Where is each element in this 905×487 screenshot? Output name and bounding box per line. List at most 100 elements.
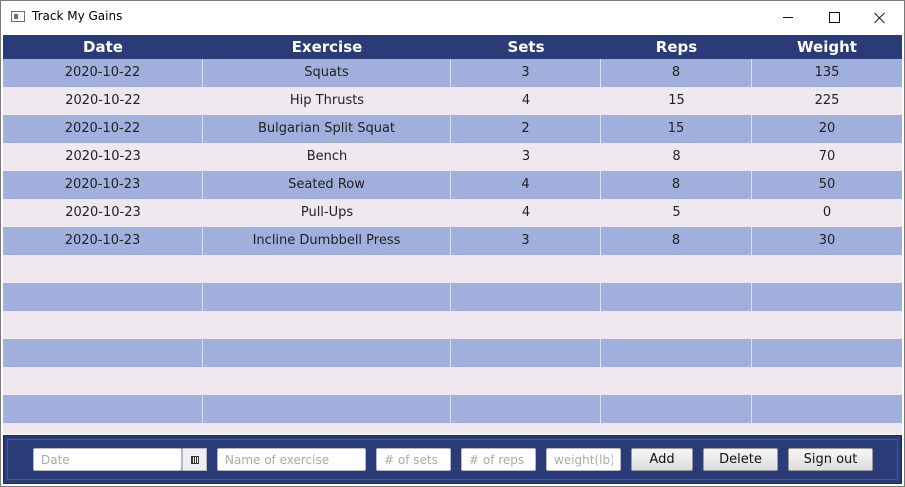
- table-row[interactable]: 2020-10-22 Hip Thrusts 4 15 225: [3, 87, 902, 115]
- app-window: Track My Gains Date Exercise Sets Reps W…: [0, 0, 905, 487]
- cell-exercise: Bulgarian Split Squat: [203, 115, 451, 143]
- empty-table-row[interactable]: [3, 395, 902, 423]
- cell-exercise: [203, 339, 451, 367]
- cell-reps: [601, 283, 752, 311]
- cell-weight: 20: [818, 121, 836, 136]
- minimize-icon: [783, 17, 793, 18]
- app-icon: [11, 11, 25, 22]
- cell-weight: [752, 339, 902, 367]
- cell-exercise: [203, 367, 451, 395]
- cell-reps: [601, 255, 752, 283]
- date-input[interactable]: [34, 449, 181, 471]
- cell-reps: 15: [601, 115, 752, 143]
- cell-sets: 3: [451, 227, 601, 255]
- cell-weight: 50: [818, 177, 836, 192]
- close-icon: [874, 12, 886, 24]
- title-bar[interactable]: Track My Gains: [1, 1, 904, 34]
- cell-weight: 70: [818, 149, 836, 164]
- maximize-icon: [828, 12, 840, 23]
- cell-sets: 2: [451, 115, 601, 143]
- sets-field[interactable]: [376, 448, 451, 471]
- calendar-button[interactable]: [182, 448, 207, 471]
- column-header-sets[interactable]: Sets: [451, 35, 601, 59]
- cell-date: [3, 283, 203, 311]
- cell-exercise: [203, 311, 451, 339]
- cell-reps: 15: [668, 93, 685, 108]
- entry-toolbar: Add Delete Sign out: [3, 435, 902, 484]
- cell-sets: [451, 255, 601, 283]
- cell-exercise: Seated Row: [203, 171, 451, 199]
- empty-table-row[interactable]: [3, 255, 902, 283]
- cell-date: 2020-10-23: [65, 205, 141, 220]
- empty-table-row[interactable]: [3, 367, 902, 395]
- reps-field[interactable]: [461, 448, 536, 471]
- workout-table[interactable]: Date Exercise Sets Reps Weight 2020-10-2…: [3, 35, 902, 434]
- empty-table-row[interactable]: [3, 311, 902, 339]
- cell-date: [3, 311, 203, 339]
- weight-input[interactable]: [547, 449, 620, 471]
- weight-field[interactable]: [546, 448, 621, 471]
- cell-exercise: Hip Thrusts: [289, 93, 365, 108]
- date-picker[interactable]: [33, 448, 182, 471]
- close-button[interactable]: [857, 1, 903, 34]
- cell-date: 2020-10-22: [3, 59, 203, 87]
- minimize-button[interactable]: [765, 1, 811, 34]
- cell-weight: [752, 311, 902, 339]
- cell-reps: [601, 339, 752, 367]
- cell-exercise: Squats: [203, 59, 451, 87]
- cell-date: [3, 339, 203, 367]
- cell-date: 2020-10-23: [3, 227, 203, 255]
- column-header-date[interactable]: Date: [3, 35, 203, 59]
- cell-sets: 4: [521, 93, 531, 108]
- calendar-icon: [190, 455, 199, 464]
- maximize-button[interactable]: [811, 1, 857, 34]
- cell-sets: [451, 311, 601, 339]
- cell-date: [3, 367, 203, 395]
- window-title: Track My Gains: [32, 9, 123, 23]
- cell-date: 2020-10-22: [65, 93, 141, 108]
- cell-exercise: Bench: [306, 149, 348, 164]
- column-header-exercise[interactable]: Exercise: [203, 35, 451, 59]
- cell-date: [3, 255, 203, 283]
- cell-sets: 4: [521, 205, 531, 220]
- cell-reps: 5: [672, 205, 681, 220]
- empty-table-row[interactable]: [3, 339, 902, 367]
- table-row[interactable]: 2020-10-23 Bench 3 8 70: [3, 143, 902, 171]
- cell-exercise: [203, 255, 451, 283]
- cell-date: 2020-10-23: [65, 149, 141, 164]
- reps-input[interactable]: [462, 449, 535, 471]
- cell-sets: 3: [451, 59, 601, 87]
- cell-exercise: [203, 395, 451, 423]
- cell-exercise: Incline Dumbbell Press: [203, 227, 451, 255]
- add-button[interactable]: Add: [631, 448, 693, 471]
- sets-input[interactable]: [377, 449, 450, 471]
- cell-weight: 0: [822, 205, 832, 220]
- cell-weight: 30: [818, 233, 836, 248]
- cell-weight: [752, 367, 902, 395]
- cell-reps: [601, 367, 752, 395]
- delete-button[interactable]: Delete: [703, 448, 778, 471]
- cell-reps: 8: [601, 171, 752, 199]
- column-header-reps[interactable]: Reps: [601, 35, 752, 59]
- table-row[interactable]: 2020-10-22 Squats 3 8 135: [3, 59, 902, 87]
- sign-out-button[interactable]: Sign out: [788, 448, 873, 471]
- exercise-input[interactable]: [218, 449, 365, 471]
- cell-date: [3, 395, 203, 423]
- table-row[interactable]: 2020-10-23 Incline Dumbbell Press 3 8 30: [3, 227, 902, 255]
- cell-sets: 3: [521, 149, 531, 164]
- table-row[interactable]: 2020-10-22 Bulgarian Split Squat 2 15 20: [3, 115, 902, 143]
- cell-sets: 4: [451, 171, 601, 199]
- empty-table-row[interactable]: [3, 283, 902, 311]
- cell-weight: 225: [814, 93, 840, 108]
- column-header-weight[interactable]: Weight: [752, 35, 902, 59]
- exercise-field[interactable]: [217, 448, 366, 471]
- cell-exercise: [203, 283, 451, 311]
- cell-reps: 8: [672, 149, 681, 164]
- cell-sets: [451, 367, 601, 395]
- table-row[interactable]: 2020-10-23 Pull-Ups 4 5 0: [3, 199, 902, 227]
- cell-date: 2020-10-22: [3, 115, 203, 143]
- cell-exercise: Pull-Ups: [300, 205, 354, 220]
- table-row[interactable]: 2020-10-23 Seated Row 4 8 50: [3, 171, 902, 199]
- cell-date: 2020-10-23: [3, 171, 203, 199]
- cell-reps: [601, 311, 752, 339]
